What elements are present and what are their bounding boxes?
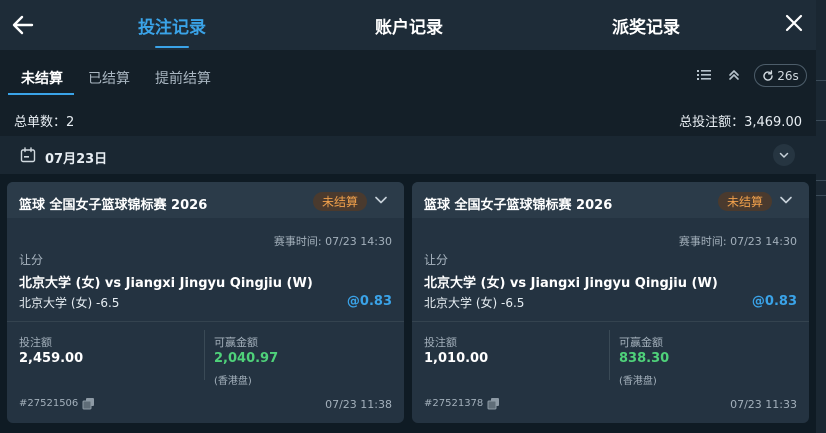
match-name: 北京大学 (女) vs Jiangxi Jingyu Qingjiu (W) [424,276,718,291]
collapse-all-icon[interactable] [726,67,742,83]
chevron-down-icon[interactable] [373,192,389,208]
back-arrow-icon[interactable] [10,12,36,38]
copy-icon[interactable] [487,397,500,410]
divider [204,330,205,380]
stake-value: 2,459.00 [19,351,84,366]
calendar-icon [20,147,36,163]
odds-type: (香港盘) [214,376,252,387]
bet-selection: 北京大学 (女) -6.5 [19,296,120,310]
status-filter-bar: 未结算 已结算 提前结算 26s [0,50,816,98]
divider [412,321,809,322]
active-tab-indicator [155,46,189,48]
chevron-down-icon[interactable] [778,192,794,208]
subtab-unsettled[interactable]: 未结算 [21,68,63,88]
top-bar: 投注记录 账户记录 派奖记录 [0,0,816,50]
tab-payout-records[interactable]: 派奖记录 [612,13,680,38]
status-badge: 未结算 [313,192,367,211]
tab-bet-records[interactable]: 投注记录 [138,13,206,48]
potential-win-value: 2,040.97 [214,351,279,366]
event-time: 赛事时间: 07/23 14:30 [678,235,797,248]
market-type: 让分 [424,253,449,267]
odds-type: (香港盘) [619,376,657,387]
copy-icon[interactable] [82,397,95,410]
close-icon[interactable] [782,11,806,35]
potential-win-label: 可赢金额 [619,336,663,349]
date-group-header[interactable]: 07月23日 [0,136,816,174]
chevron-down-icon [779,152,789,158]
refresh-button[interactable]: 26s [754,64,807,87]
total-bets-count: 总单数：2 [14,115,75,130]
stake-label: 投注额 [424,336,457,349]
event-time: 赛事时间: 07/23 14:30 [273,235,392,248]
subtab-settled[interactable]: 已结算 [88,68,130,88]
stake-value: 1,010.00 [424,351,489,366]
divider [7,321,404,322]
divider [609,330,610,380]
refresh-countdown: 26s [777,68,799,83]
bet-card-title: 篮球 全国女子篮球锦标赛 2026 [19,198,208,213]
active-subtab-indicator [8,93,74,95]
status-badge: 未结算 [718,192,772,211]
placed-time: 07/23 11:38 [325,398,392,411]
potential-win-label: 可赢金额 [214,336,258,349]
summary-row: 总单数：2 总投注额：3,469.00 [0,98,816,136]
bet-card[interactable]: 篮球 全国女子篮球锦标赛 2026 未结算 赛事时间: 07/23 14:30 … [7,182,404,423]
market-type: 让分 [19,253,44,267]
list-view-icon[interactable] [696,67,712,83]
stake-label: 投注额 [19,336,52,349]
refresh-icon [763,69,773,81]
bet-odds: @0.83 [346,294,392,309]
bet-id: #27521378 [424,398,484,409]
background-page-edge [816,0,826,433]
match-name: 北京大学 (女) vs Jiangxi Jingyu Qingjiu (W) [19,276,313,291]
total-stake-amount: 总投注额：3,469.00 [679,115,802,130]
bet-card[interactable]: 篮球 全国女子篮球锦标赛 2026 未结算 赛事时间: 07/23 14:30 … [412,182,809,423]
subtab-early-settlement[interactable]: 提前结算 [155,68,211,88]
potential-win-value: 838.30 [619,351,670,366]
bet-id: #27521506 [19,398,79,409]
bet-odds: @0.83 [751,294,797,309]
placed-time: 07/23 11:33 [730,398,797,411]
date-label: 07月23日 [45,152,108,167]
date-group-toggle[interactable] [773,144,795,166]
tab-account-records[interactable]: 账户记录 [375,13,443,38]
bet-card-title: 篮球 全国女子篮球锦标赛 2026 [424,198,613,213]
bet-selection: 北京大学 (女) -6.5 [424,296,525,310]
